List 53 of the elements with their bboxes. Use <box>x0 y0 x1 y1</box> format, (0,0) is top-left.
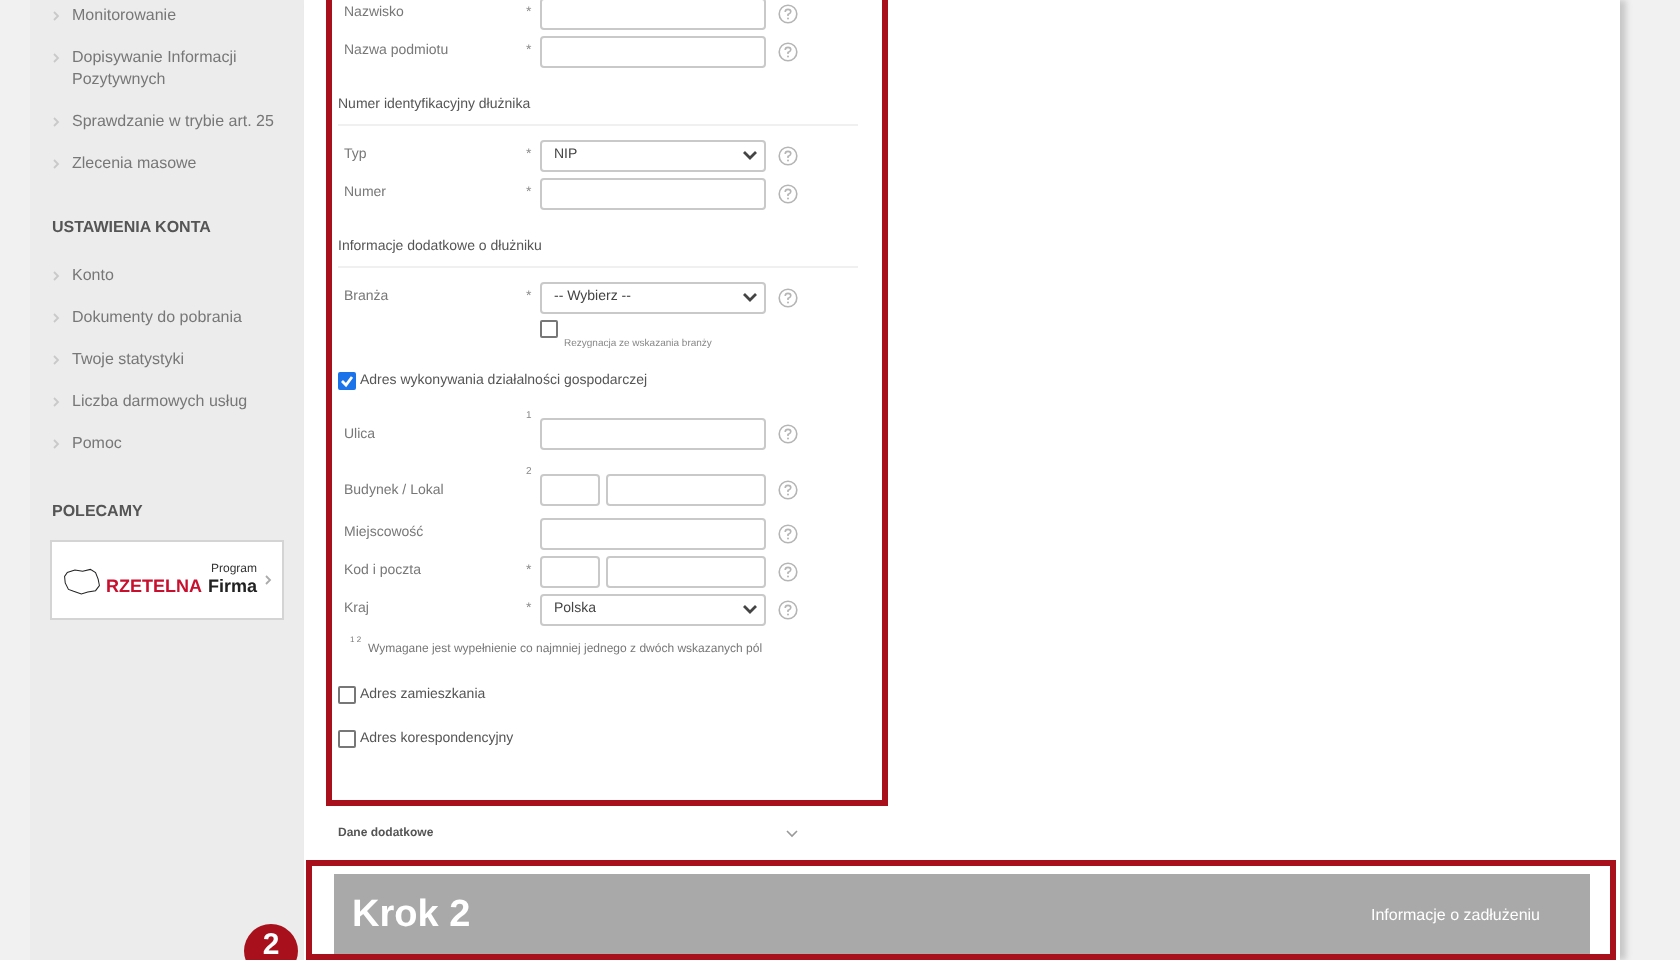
logo-text: Firma <box>208 576 258 596</box>
caret-icon <box>742 292 758 302</box>
help-icon <box>778 599 798 619</box>
input-field[interactable] <box>606 474 766 506</box>
chevron-icon <box>264 574 272 586</box>
caret-icon <box>742 604 758 614</box>
help-icon <box>778 424 798 444</box>
input-field[interactable] <box>606 555 766 587</box>
input-field[interactable] <box>540 418 766 450</box>
help-icon <box>778 287 798 307</box>
chevron-icon <box>52 270 60 282</box>
help-icon <box>778 41 798 61</box>
help-icon <box>778 561 798 581</box>
help-icon <box>778 145 798 165</box>
caret-icon <box>742 150 758 160</box>
checkbox[interactable] <box>338 685 356 703</box>
input-field[interactable] <box>540 555 600 587</box>
sidebar-link[interactable]: Sprawdzanie w trybie art. 25 <box>72 110 274 132</box>
sidebar-link[interactable]: Liczba darmowych usług <box>72 390 248 412</box>
input-field[interactable] <box>540 35 766 67</box>
sidebar-link[interactable]: Dopisywanie Informacji Pozytywnych <box>72 46 292 90</box>
chevron-icon <box>52 438 60 450</box>
chevron-icon <box>52 354 60 366</box>
step-title: Krok 2 <box>352 894 471 938</box>
chevron-icon <box>52 396 60 408</box>
sidebar-link[interactable]: Pomoc <box>72 432 122 454</box>
chevron-icon <box>52 116 60 128</box>
sidebar-link[interactable]: Twoje statystyki <box>72 348 185 370</box>
chevron-icon <box>52 10 60 22</box>
check-icon <box>340 373 354 387</box>
sidebar-link[interactable]: Dokumenty do pobrania <box>72 306 242 328</box>
chevron-icon <box>52 312 60 324</box>
sidebar-link[interactable]: Zlecenia masowe <box>72 152 197 174</box>
sidebar-link[interactable]: Monitorowanie <box>72 4 177 26</box>
help-icon <box>778 3 798 23</box>
input-field[interactable] <box>540 474 600 506</box>
help-icon <box>778 480 798 500</box>
help-icon <box>778 523 798 543</box>
map-outline-icon <box>62 565 102 595</box>
section-heading: USTAWIENIA KONTA <box>52 218 213 236</box>
step-subtitle: Informacje o zadłużeniu <box>1371 905 1540 923</box>
checkbox[interactable] <box>338 371 356 389</box>
checkbox[interactable] <box>338 729 356 747</box>
checkbox[interactable] <box>540 320 558 338</box>
input-field[interactable] <box>540 517 766 549</box>
chevron-icon <box>52 52 60 64</box>
input-field[interactable] <box>540 177 766 209</box>
section-heading: POLECAMY <box>52 502 145 520</box>
help-icon <box>778 183 798 203</box>
input-field[interactable] <box>540 0 766 29</box>
logo-text: RZETELNA <box>106 576 202 596</box>
sidebar-link[interactable]: Konto <box>72 264 114 286</box>
chevron-icon <box>52 158 60 170</box>
